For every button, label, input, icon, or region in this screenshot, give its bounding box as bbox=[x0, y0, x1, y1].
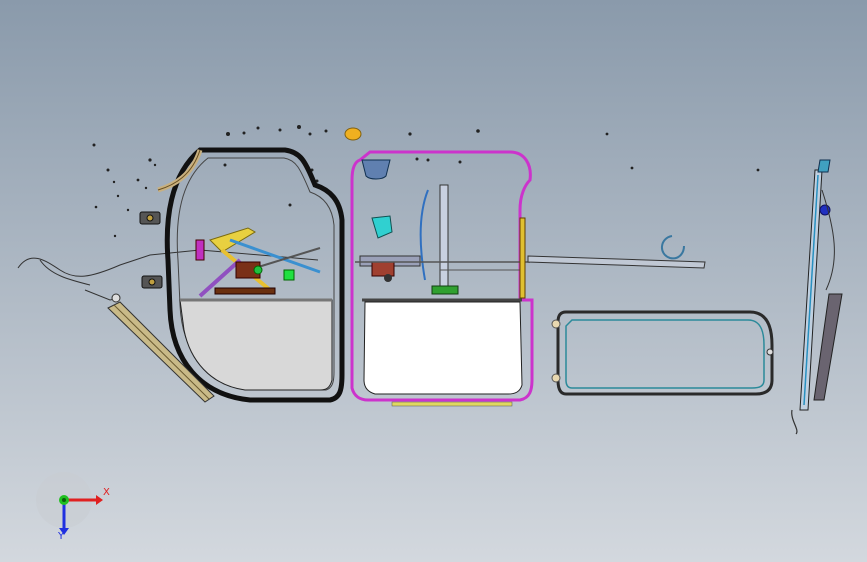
grommet-orange bbox=[344, 127, 362, 141]
regulator-motor[interactable] bbox=[431, 285, 459, 295]
window-guide-rail[interactable] bbox=[439, 184, 449, 293]
sill-strip[interactable] bbox=[391, 401, 513, 407]
b-pillar-strip[interactable] bbox=[519, 217, 526, 299]
triad-y-label: Y bbox=[58, 531, 65, 542]
triad-x-label: X bbox=[103, 487, 110, 498]
cad-viewport[interactable]: X Y bbox=[0, 0, 867, 562]
viewport-background bbox=[0, 0, 867, 562]
door-lock-bracket[interactable] bbox=[361, 159, 391, 180]
